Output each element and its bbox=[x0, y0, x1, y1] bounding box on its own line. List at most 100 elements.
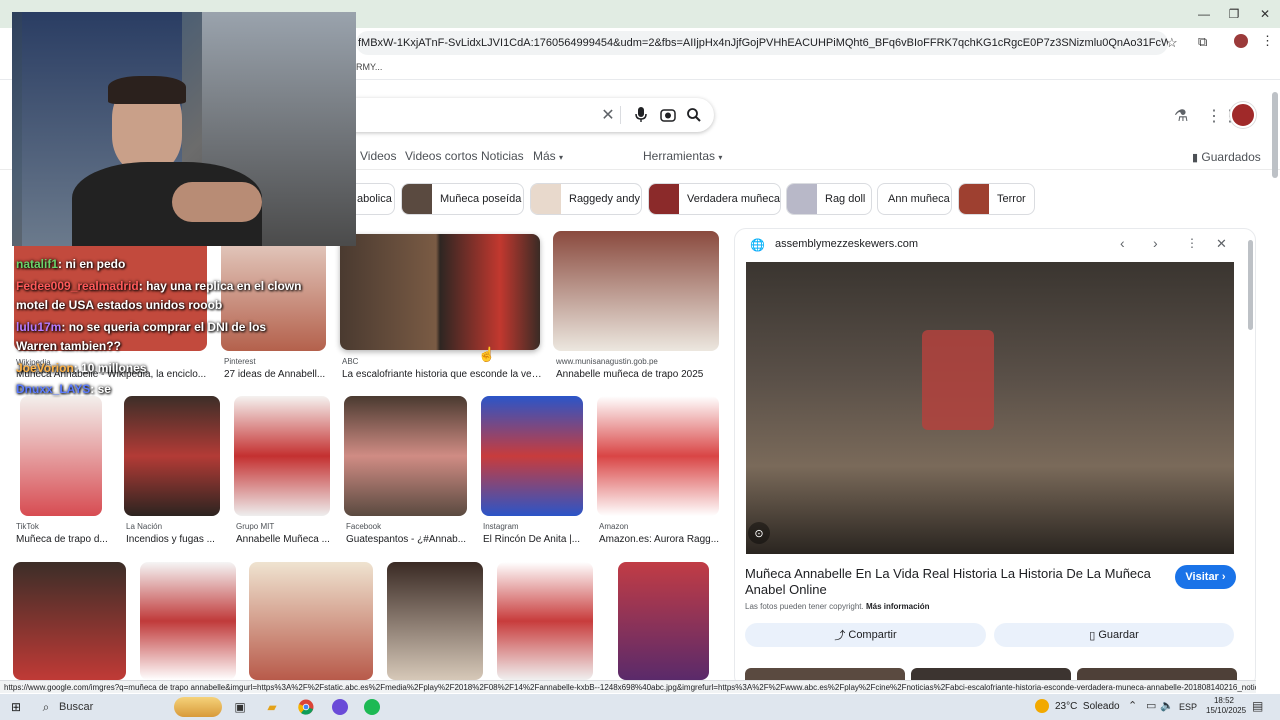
image-result[interactable] bbox=[13, 562, 126, 680]
chat-text: : no se queria comprar el DNI de los bbox=[61, 320, 267, 334]
lens-camera-icon[interactable] bbox=[658, 105, 678, 125]
clock-time: 18:52 bbox=[1213, 696, 1235, 705]
chip-raggedy-andy[interactable]: Raggedy andy bbox=[530, 183, 642, 215]
chip-terror[interactable]: Terror bbox=[958, 183, 1035, 215]
search-icon[interactable] bbox=[684, 105, 704, 125]
chevron-left-icon[interactable]: ‹ bbox=[1120, 235, 1125, 251]
labs-flask-icon[interactable]: ⚗ bbox=[1174, 106, 1188, 126]
tab-more-label: Más bbox=[533, 149, 556, 163]
image-result[interactable] bbox=[340, 234, 540, 350]
profile-avatar[interactable] bbox=[1234, 34, 1248, 48]
panel-domain[interactable]: assemblymezzeskewers.com bbox=[775, 238, 918, 250]
url-bar[interactable]: fMBxW-1KxjATnF-SvLidxLJVI1CdA:1760564999… bbox=[356, 31, 1168, 55]
image-result[interactable] bbox=[234, 396, 330, 516]
source-label: www.munisanagustin.gob.pe bbox=[556, 357, 658, 366]
bookmark-item[interactable]: RMY... bbox=[356, 62, 382, 72]
clock-date: 15/10/2025 bbox=[1206, 706, 1247, 715]
search-highlight-image[interactable] bbox=[174, 697, 222, 717]
tab-videos[interactable]: Videos bbox=[360, 148, 396, 164]
account-avatar[interactable] bbox=[1230, 102, 1256, 128]
image-result[interactable] bbox=[553, 231, 719, 351]
chat-message: natalif1: ni en pedo bbox=[16, 257, 125, 271]
lens-search-icon[interactable]: ⊙ bbox=[748, 522, 770, 544]
chat-text: : ni en pedo bbox=[58, 257, 126, 271]
windows-start-icon[interactable]: ⊞ bbox=[6, 697, 26, 717]
spotify-icon[interactable] bbox=[362, 697, 382, 717]
image-result[interactable] bbox=[20, 396, 102, 516]
chevron-up-icon[interactable]: ⌃ bbox=[1128, 699, 1137, 712]
tab-short-videos[interactable]: Videos cortos bbox=[405, 148, 478, 164]
chevron-right-icon[interactable]: › bbox=[1153, 235, 1158, 251]
image-result[interactable] bbox=[481, 396, 583, 516]
bookmark-star-icon[interactable]: ☆ bbox=[1166, 35, 1178, 51]
clock[interactable]: 18:52 15/10/2025 bbox=[1206, 696, 1247, 716]
app-icon[interactable] bbox=[330, 697, 350, 717]
chat-message: lulu17m: no se queria comprar el DNI de … bbox=[16, 320, 266, 334]
language-indicator[interactable]: ESP bbox=[1179, 702, 1197, 712]
more-info-link[interactable]: Más información bbox=[866, 602, 930, 611]
panel-title[interactable]: Muñeca Annabelle En La Vida Real Histori… bbox=[745, 566, 1160, 598]
image-result[interactable] bbox=[249, 562, 373, 680]
image-result[interactable] bbox=[497, 562, 593, 680]
image-result[interactable] bbox=[344, 396, 467, 516]
search-icon: ⌕ bbox=[42, 699, 50, 714]
chat-message: motel de USA estados unidos rooob bbox=[16, 298, 223, 312]
save-button[interactable]: ▯ Guardar bbox=[994, 623, 1234, 647]
volume-icon[interactable]: 🔈 bbox=[1160, 699, 1174, 712]
file-explorer-icon[interactable]: ▰ bbox=[262, 697, 282, 717]
search-input[interactable] bbox=[300, 98, 714, 132]
image-caption[interactable]: Amazon.es: Aurora Ragg... bbox=[599, 534, 723, 545]
monitor-icon[interactable]: ▭ bbox=[1146, 699, 1156, 712]
globe-icon: 🌐 bbox=[750, 238, 765, 252]
chip-ann-muneca[interactable]: Ann muñeca bbox=[877, 183, 952, 215]
image-caption[interactable]: La escalofriante historia que esconde la… bbox=[342, 369, 542, 380]
chat-text: : hay una replica en el clown bbox=[138, 279, 302, 293]
clear-search-icon[interactable]: ✕ bbox=[598, 105, 618, 125]
microphone-icon[interactable] bbox=[631, 105, 651, 125]
image-result[interactable] bbox=[124, 396, 220, 516]
chip-rag-doll[interactable]: Rag doll bbox=[786, 183, 872, 215]
image-caption[interactable]: Annabelle muñeca de trapo 2025 bbox=[556, 369, 722, 380]
chip-label: Ann muñeca bbox=[888, 193, 950, 205]
chip-verdadera-muneca[interactable]: Verdadera muñeca bbox=[648, 183, 781, 215]
related-image[interactable] bbox=[745, 668, 905, 680]
extensions-icon[interactable]: ⧉ bbox=[1198, 34, 1207, 50]
weather-text[interactable]: 23°C Soleado bbox=[1055, 701, 1120, 712]
image-result[interactable] bbox=[140, 562, 236, 680]
chip-label: Terror bbox=[997, 193, 1026, 205]
saved-link[interactable]: ▮ Guardados bbox=[1192, 149, 1261, 166]
share-button[interactable]: ⤴ Compartir bbox=[745, 623, 986, 647]
related-image[interactable] bbox=[1077, 668, 1237, 680]
image-caption[interactable]: Incendios y fugas ... bbox=[126, 534, 222, 545]
menu-dots-icon[interactable]: ⋮ bbox=[1261, 33, 1274, 49]
status-url: https://www.google.com/imgres?q=muñeca d… bbox=[0, 680, 1256, 693]
tab-news[interactable]: Noticias bbox=[481, 148, 524, 164]
tab-more[interactable]: Más ▾ bbox=[533, 148, 563, 166]
panel-scrollbar[interactable] bbox=[1248, 240, 1253, 330]
page-scrollbar[interactable] bbox=[1272, 92, 1278, 178]
chat-username: lulu17m bbox=[16, 320, 62, 334]
notifications-icon[interactable]: ▤ bbox=[1252, 699, 1263, 713]
image-result[interactable] bbox=[387, 562, 483, 680]
chip-muneca-poseida[interactable]: Muñeca poseída bbox=[401, 183, 524, 215]
image-caption[interactable]: 27 ideas de Annabell... bbox=[224, 369, 328, 380]
image-caption[interactable]: Muñeca de trapo d... bbox=[16, 534, 110, 545]
image-caption[interactable]: Guatespantos - ¿#Annab... bbox=[346, 534, 470, 545]
chrome-icon[interactable] bbox=[296, 697, 316, 717]
image-result[interactable] bbox=[597, 396, 719, 516]
image-caption[interactable]: Annabelle Muñeca ... bbox=[236, 534, 332, 545]
streamer-arm bbox=[172, 182, 262, 222]
task-view-icon[interactable]: ▣ bbox=[230, 697, 250, 717]
visit-button[interactable]: Visitar › bbox=[1175, 565, 1236, 589]
tools-button[interactable]: Herramientas ▾ bbox=[643, 148, 722, 166]
chat-message: Warren tambien?? bbox=[16, 339, 121, 353]
chat-message: Fedee009_realmadrid: hay una replica en … bbox=[16, 279, 301, 293]
taskbar-search[interactable]: Buscar bbox=[59, 701, 93, 713]
image-caption[interactable]: El Rincón De Anita |... bbox=[483, 534, 585, 545]
related-image[interactable] bbox=[911, 668, 1071, 680]
source-label: Facebook bbox=[346, 522, 382, 531]
image-result[interactable] bbox=[618, 562, 709, 680]
more-options-icon[interactable]: ⋮ bbox=[1186, 236, 1198, 250]
close-window-button[interactable]: ✕ bbox=[1245, 0, 1280, 28]
close-icon[interactable]: ✕ bbox=[1216, 236, 1227, 252]
